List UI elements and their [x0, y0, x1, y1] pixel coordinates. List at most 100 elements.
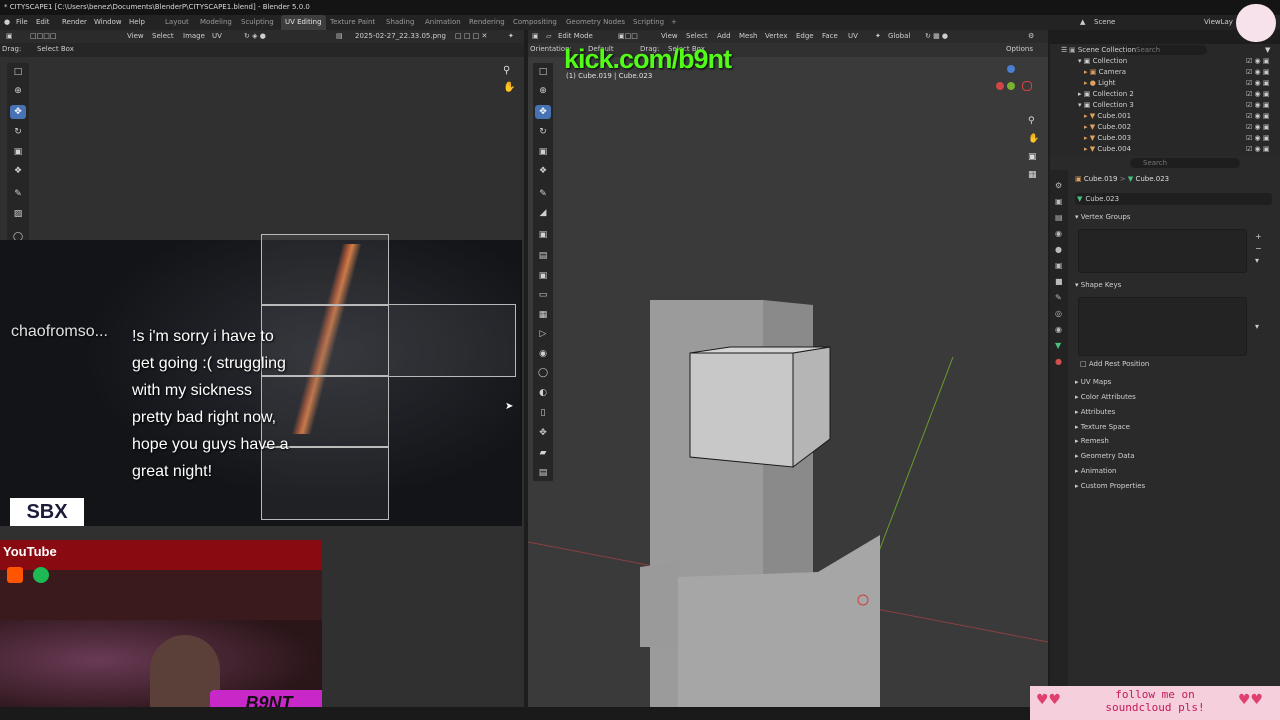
- uv-menu-image[interactable]: Image: [183, 30, 205, 43]
- panel-attributes[interactable]: ▸ Attributes: [1075, 406, 1273, 419]
- breadcrumb-mesh[interactable]: Cube.023: [1135, 175, 1169, 183]
- select-mode-icons[interactable]: ▣□□: [618, 30, 638, 43]
- scene-selector[interactable]: Scene: [1094, 15, 1115, 30]
- inset-icon[interactable]: ▣: [535, 269, 551, 283]
- vp-menu-vertex[interactable]: Vertex: [765, 30, 788, 43]
- image-browse-icon[interactable]: ▤: [336, 30, 343, 43]
- image-name-field[interactable]: 2025-02-27_22.33.05.png: [355, 30, 446, 43]
- vp-annotate-icon[interactable]: ✎: [535, 187, 551, 201]
- tab-texture-paint[interactable]: Texture Paint: [330, 15, 375, 30]
- move-icon[interactable]: ✥: [10, 105, 26, 119]
- knife-icon[interactable]: ▷: [535, 327, 551, 341]
- outliner-type-icon[interactable]: ☰: [1061, 44, 1067, 56]
- shape-keys-list[interactable]: [1078, 297, 1247, 356]
- options-menu[interactable]: Options: [1006, 43, 1033, 56]
- zoom-icon[interactable]: ⚲: [503, 65, 510, 76]
- properties-search[interactable]: Search: [1130, 158, 1240, 168]
- scale-icon[interactable]: ▣: [10, 145, 26, 159]
- shape-key-menu-icon[interactable]: ▾: [1255, 322, 1259, 331]
- panel-vertex-groups[interactable]: ▾ Vertex Groups: [1075, 211, 1273, 224]
- outliner-row-cube-004[interactable]: ▸ ▼ Cube.004: [1084, 144, 1131, 155]
- menu-render[interactable]: Render: [62, 15, 87, 30]
- panel-remesh[interactable]: ▸ Remesh: [1075, 435, 1273, 448]
- tab-compositing[interactable]: Compositing: [513, 15, 557, 30]
- vp-move-icon[interactable]: ✥: [535, 105, 551, 119]
- add-workspace-icon[interactable]: +: [671, 15, 677, 30]
- panel-color-attributes[interactable]: ▸ Color Attributes: [1075, 391, 1273, 404]
- smooth-icon[interactable]: ◐: [535, 386, 551, 400]
- vp-cursor-icon[interactable]: ⊕: [535, 84, 551, 98]
- outliner-row-collection-3[interactable]: ▾ ▣ Collection 3: [1078, 100, 1134, 111]
- view-layer-selector[interactable]: ViewLay: [1204, 15, 1233, 30]
- vertex-group-buttons[interactable]: + − ▾: [1255, 231, 1262, 267]
- snap-proportional-icons[interactable]: ↻ ▦ ●: [925, 30, 948, 43]
- bevel-icon[interactable]: ▭: [535, 288, 551, 302]
- menu-edit[interactable]: Edit: [36, 15, 50, 30]
- outliner-row-camera[interactable]: ▸ ▣ Camera: [1084, 67, 1126, 78]
- menu-window[interactable]: Window: [94, 15, 122, 30]
- gizmo-z-icon[interactable]: [1007, 65, 1015, 73]
- vp-menu-edge[interactable]: Edge: [796, 30, 814, 43]
- spin-icon[interactable]: ◯: [535, 366, 551, 380]
- vp-measure-icon[interactable]: ◢: [535, 206, 551, 220]
- vp-menu-select[interactable]: Select: [686, 30, 708, 43]
- vp-camera-icon[interactable]: ▣: [1028, 148, 1039, 166]
- gizmo-toggle-icon[interactable]: ⚙: [1028, 30, 1034, 43]
- panel-texture-space[interactable]: ▸ Texture Space: [1075, 421, 1273, 434]
- gizmo-neg-x-icon[interactable]: [1022, 81, 1032, 91]
- poly-build-icon[interactable]: ◉: [535, 347, 551, 361]
- shear-icon[interactable]: ▰: [535, 446, 551, 460]
- extrude-icon[interactable]: ▤: [535, 249, 551, 263]
- select-box-icon[interactable]: □: [10, 65, 26, 79]
- vp-menu-mesh[interactable]: Mesh: [739, 30, 757, 43]
- outliner-row-light[interactable]: ▸ ● Light: [1084, 78, 1116, 89]
- vp-zoom-icon[interactable]: ⚲: [1028, 112, 1039, 130]
- vp-transform-icon[interactable]: ❖: [535, 164, 551, 178]
- transform-icon[interactable]: ❖: [10, 164, 26, 178]
- 3d-viewport[interactable]: (1) Cube.019 | Cube.023 □ ⊕ ✥ ↻ ▣ ❖ ✎ ◢ …: [528, 57, 1048, 707]
- loop-cut-icon[interactable]: ▦: [535, 308, 551, 322]
- outliner-row-collection-2[interactable]: ▸ ▣ Collection 2: [1078, 89, 1134, 100]
- navigation-gizmo[interactable]: [992, 65, 1032, 105]
- vp-pan-icon[interactable]: ✋: [1028, 130, 1039, 148]
- tab-rendering[interactable]: Rendering: [469, 15, 505, 30]
- tab-uv-editing[interactable]: UV Editing: [281, 15, 326, 30]
- visibility-toggles[interactable]: ☑ ◉ ▣ ☑ ◉ ▣ ☑ ◉ ▣ ☑ ◉ ▣ ☑ ◉ ▣ ☑ ◉ ▣ ☑ ◉ ▣ ☑ ◉ ▣…: [1246, 56, 1269, 155]
- vp-rotate-icon[interactable]: ↻: [535, 125, 551, 139]
- vp-menu-add[interactable]: Add: [717, 30, 731, 43]
- uv-menu-uv[interactable]: UV: [212, 30, 222, 43]
- edge-slide-icon[interactable]: ▯: [535, 406, 551, 420]
- add-cube-icon[interactable]: ▣: [535, 228, 551, 242]
- blender-logo-icon[interactable]: ●: [4, 15, 10, 30]
- menu-help[interactable]: Help: [129, 15, 145, 30]
- menu-file[interactable]: File: [16, 15, 28, 30]
- cursor-icon[interactable]: ⊕: [10, 84, 26, 98]
- vp-scale-icon[interactable]: ▣: [535, 145, 551, 159]
- rip-icon[interactable]: ▨: [10, 207, 26, 221]
- editor-type-icon[interactable]: ▣: [6, 30, 13, 43]
- uv-menu-select[interactable]: Select: [152, 30, 174, 43]
- tab-layout[interactable]: Layout: [165, 15, 189, 30]
- uv-select-mode-icons[interactable]: □□□□: [30, 30, 56, 43]
- uv-menu-view[interactable]: View: [127, 30, 144, 43]
- panel-animation[interactable]: ▸ Animation: [1075, 465, 1273, 478]
- panel-custom-properties[interactable]: ▸ Custom Properties: [1075, 480, 1273, 493]
- rip-region-icon[interactable]: ▤: [535, 466, 551, 480]
- tab-modeling[interactable]: Modeling: [200, 15, 232, 30]
- tab-shading[interactable]: Shading: [386, 15, 414, 30]
- tab-scripting[interactable]: Scripting: [633, 15, 664, 30]
- rotate-icon[interactable]: ↻: [10, 125, 26, 139]
- vertex-groups-list[interactable]: [1078, 229, 1247, 273]
- breadcrumb-object[interactable]: Cube.019: [1084, 175, 1118, 183]
- vp-menu-face[interactable]: Face: [822, 30, 838, 43]
- mesh-name[interactable]: Cube.023: [1085, 195, 1119, 203]
- outliner-row-cube-001[interactable]: ▸ ▼ Cube.001: [1084, 111, 1131, 122]
- outliner-row-cube-003[interactable]: ▸ ▼ Cube.003: [1084, 133, 1131, 144]
- tab-geometry-nodes[interactable]: Geometry Nodes: [566, 15, 625, 30]
- vp-menu-uv[interactable]: UV: [848, 30, 858, 43]
- panel-uv-maps[interactable]: ▸ UV Maps: [1075, 376, 1273, 389]
- transform-orientation-select[interactable]: Global: [888, 30, 910, 43]
- shrink-icon[interactable]: ✥: [535, 426, 551, 440]
- gizmo-y-icon[interactable]: [1007, 82, 1015, 90]
- filter-icon[interactable]: ▼: [1265, 44, 1270, 56]
